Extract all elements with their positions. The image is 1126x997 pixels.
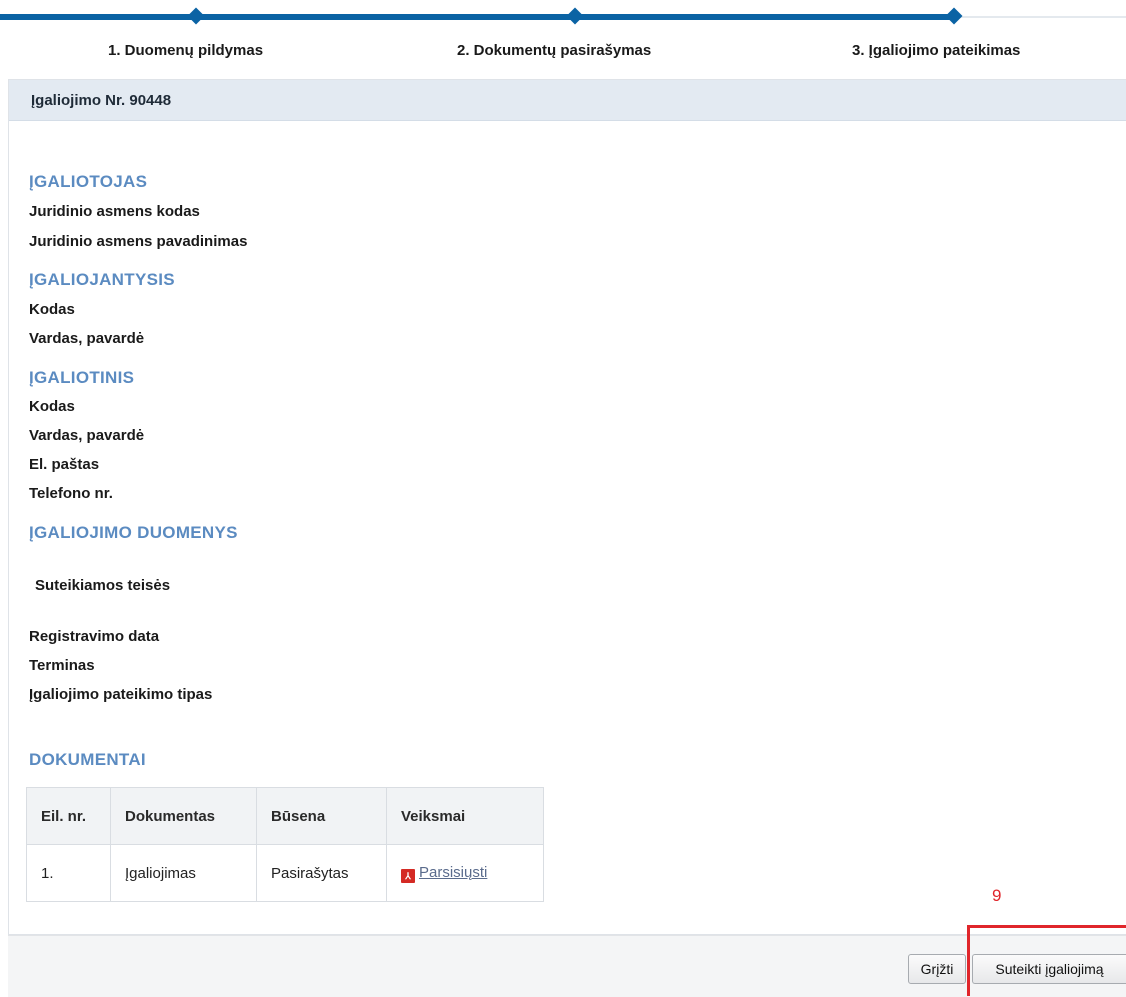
field-label: Registravimo data — [29, 628, 160, 645]
field-label: Terminas — [29, 657, 95, 674]
step-3-marker — [945, 7, 963, 25]
progress-bar-completed — [0, 14, 955, 20]
field-label: Vardas, pavardė — [29, 330, 145, 347]
cell-status: Pasirašytas — [256, 844, 387, 902]
field-label: El. paštas — [29, 456, 100, 473]
column-header-nr: Eil. nr. — [26, 787, 111, 845]
table-header-row: Eil. nr. Dokumentas Būsena Veiksmai — [26, 787, 544, 845]
section-heading-igaliojantysis: ĮGALIOJANTYSIS — [29, 270, 175, 289]
section-heading-igaliotojas: ĮGALIOTOJAS — [29, 172, 148, 191]
section-heading-igaliotinis: ĮGALIOTINIS — [29, 368, 135, 387]
section-heading-dokumentai: DOKUMENTAI — [29, 750, 146, 769]
documents-table: Eil. nr. Dokumentas Būsena Veiksmai 1. Į… — [26, 787, 544, 902]
step-1-marker — [187, 7, 205, 25]
progress-bar-remaining — [955, 16, 1126, 18]
download-link[interactable]: Parsisiųsti — [419, 864, 487, 881]
panel-title: Įgaliojimo Nr. 90448 — [31, 92, 172, 109]
cell-nr: 1. — [26, 844, 111, 902]
panel-header: Įgaliojimo Nr. 90448 — [9, 80, 1126, 121]
field-label: Vardas, pavardė — [29, 427, 145, 444]
column-header-document: Dokumentas — [110, 787, 257, 845]
rights-label: Suteikiamos teisės — [35, 577, 171, 594]
field-label: Įgaliojimo pateikimo tipas — [29, 686, 213, 703]
step-3-label: 3. Įgaliojimo pateikimas — [852, 42, 1021, 59]
grant-authorization-button[interactable]: Suteikti įgaliojimą — [972, 954, 1126, 984]
column-header-status: Būsena — [256, 787, 387, 845]
step-1-label: 1. Duomenų pildymas — [108, 42, 264, 59]
table-row: 1. Įgaliojimas Pasirašytas ⅄ Parsisiųsti — [26, 844, 544, 902]
cell-actions: ⅄ Parsisiųsti — [386, 844, 544, 902]
pdf-icon: ⅄ — [401, 868, 415, 883]
step-2-marker — [566, 7, 584, 25]
step-2-label: 2. Dokumentų pasirašymas — [457, 42, 652, 59]
cell-document: Įgaliojimas — [110, 844, 257, 902]
field-label: Juridinio asmens pavadinimas — [29, 233, 248, 250]
annotation-number: 9 — [992, 886, 1002, 905]
column-header-actions: Veiksmai — [386, 787, 544, 845]
field-label: Juridinio asmens kodas — [29, 203, 200, 220]
field-label: Kodas — [29, 398, 75, 415]
step-progress: 1. Duomenų pildymas 2. Dokumentų pasiraš… — [0, 0, 1126, 70]
section-heading-duomenys: ĮGALIOJIMO DUOMENYS — [29, 523, 238, 542]
field-label: Kodas — [29, 301, 75, 318]
field-label: Telefono nr. — [29, 485, 113, 502]
back-button[interactable]: Grįžti — [908, 954, 966, 984]
